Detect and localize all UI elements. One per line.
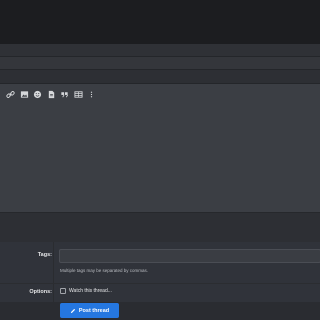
image-icon[interactable] xyxy=(18,88,31,101)
header-band xyxy=(0,57,320,70)
header-band xyxy=(0,70,320,84)
tags-row: Tags: Multiple tags may be separated by … xyxy=(0,242,320,283)
more-options-icon[interactable] xyxy=(85,88,98,101)
options-label: Options: xyxy=(29,289,52,295)
options-row: Options: Watch this thread... xyxy=(0,284,320,302)
file-icon[interactable] xyxy=(45,88,58,101)
emoji-icon[interactable] xyxy=(31,88,44,101)
post-thread-button[interactable]: Post thread xyxy=(60,303,119,318)
watch-thread-label: Watch this thread... xyxy=(69,288,112,294)
tags-input[interactable] xyxy=(59,249,320,263)
checkbox-icon[interactable] xyxy=(60,288,66,294)
post-thread-label: Post thread xyxy=(78,307,110,314)
divider xyxy=(53,242,54,283)
editor-toolbar xyxy=(0,84,320,104)
pencil-icon xyxy=(70,308,75,313)
top-bar xyxy=(0,0,320,44)
tags-label: Tags: xyxy=(37,252,52,258)
header-band xyxy=(0,44,320,57)
message-editor[interactable] xyxy=(0,104,320,212)
submit-row: Post thread xyxy=(0,302,320,320)
link-icon[interactable] xyxy=(4,88,17,101)
table-icon[interactable] xyxy=(72,88,85,101)
watch-thread-checkbox[interactable]: Watch this thread... xyxy=(60,288,112,294)
divider xyxy=(53,284,54,302)
tags-hint: Multiple tags may be separated by commas… xyxy=(60,268,149,273)
quote-icon[interactable] xyxy=(58,88,71,101)
attachment-band xyxy=(0,212,320,242)
